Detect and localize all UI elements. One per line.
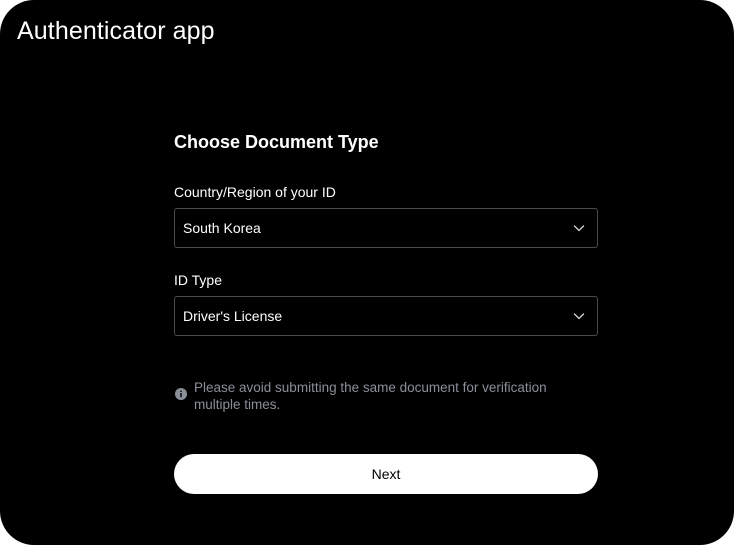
notice-text: Please avoid submitting the same documen…	[194, 380, 547, 412]
info-icon	[175, 388, 187, 400]
id-type-select[interactable]: Driver's License	[174, 296, 598, 336]
next-button[interactable]: Next	[174, 454, 598, 494]
country-select-value: South Korea	[183, 220, 261, 236]
country-label: Country/Region of your ID	[174, 184, 336, 200]
chevron-down-icon	[573, 225, 585, 232]
document-type-form: Choose Document Type Country/Region of y…	[174, 0, 598, 545]
id-type-label: ID Type	[174, 272, 222, 288]
country-select[interactable]: South Korea	[174, 208, 598, 248]
id-type-select-value: Driver's License	[183, 308, 283, 324]
form-heading: Choose Document Type	[174, 132, 379, 152]
app-window: Authenticator app Choose Document Type C…	[0, 0, 734, 545]
chevron-down-icon	[573, 313, 585, 320]
